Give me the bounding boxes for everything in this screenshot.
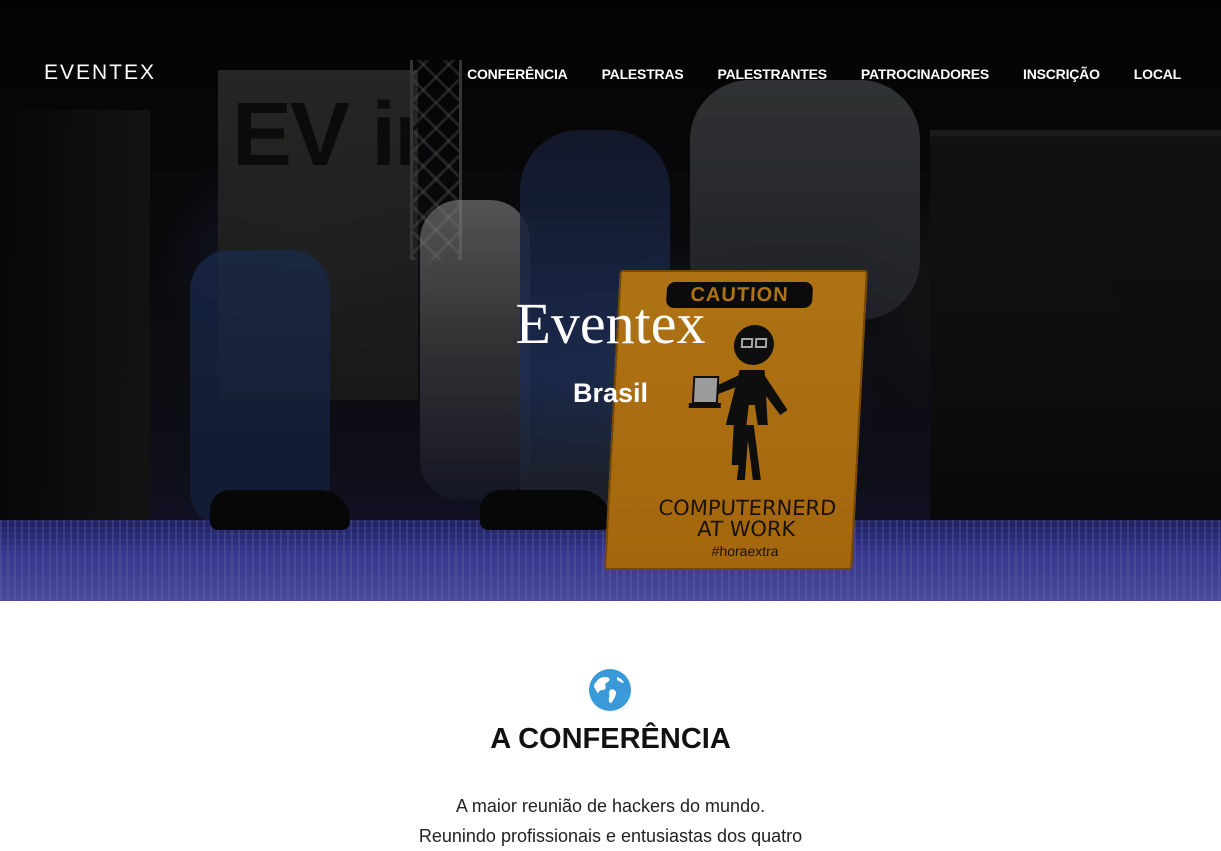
main-nav: CONFERÊNCIA PALESTRAS PALESTRANTES PATRO… bbox=[467, 66, 1181, 82]
description-line: Reunindo profissionais e entusiastas dos… bbox=[418, 826, 803, 846]
hero-subtitle: Brasil bbox=[572, 378, 649, 408]
hero-title: Eventex bbox=[515, 291, 706, 356]
section-title: A CONFERÊNCIA bbox=[490, 723, 731, 755]
conference-section: A CONFERÊNCIA A maior reunião de hackers… bbox=[0, 601, 1221, 846]
nav-link-patrocinadores[interactable]: PATROCINADORES bbox=[861, 66, 989, 82]
hero-section: EV in Rio CAUTION COMPUTERNERD AT WORK #… bbox=[0, 0, 1221, 601]
top-navbar: EVENTEX CONFERÊNCIA PALESTRAS PALESTRANT… bbox=[0, 0, 1221, 150]
description-line: A maior reunião de hackers do mundo. bbox=[455, 796, 766, 816]
nav-link-local[interactable]: LOCAL bbox=[1134, 66, 1181, 82]
nav-link-conferencia[interactable]: CONFERÊNCIA bbox=[467, 66, 568, 82]
globe-icon bbox=[589, 669, 631, 711]
nav-link-palestrantes[interactable]: PALESTRANTES bbox=[718, 66, 828, 82]
nav-link-palestras[interactable]: PALESTRAS bbox=[602, 66, 684, 82]
site-logo[interactable]: EVENTEX bbox=[44, 61, 156, 85]
nav-link-inscricao[interactable]: INSCRIÇÃO bbox=[1023, 66, 1100, 82]
section-description: A maior reunião de hackers do mundo. Reu… bbox=[0, 791, 1221, 851]
